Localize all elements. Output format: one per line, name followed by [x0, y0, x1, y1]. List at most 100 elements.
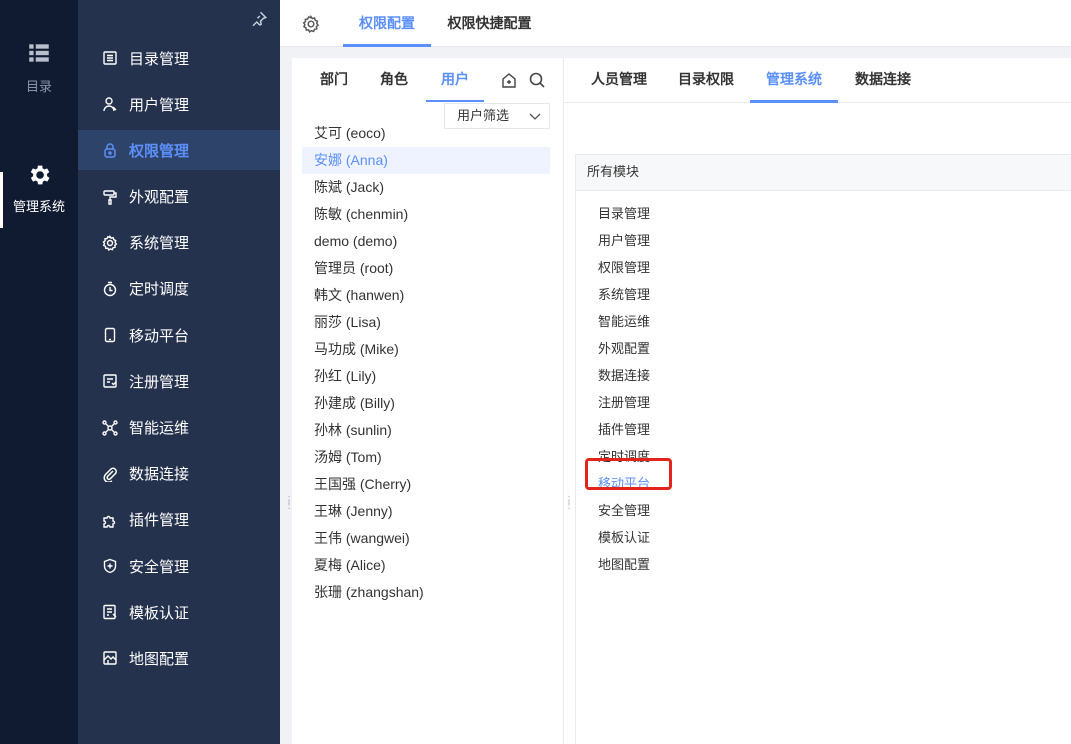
main-content: 部门 角色 用户 用户筛选 艾可 (eoco) 安娜 (Anna) 陈斌 (Jack…	[284, 58, 1071, 744]
tab-department[interactable]: 部门	[314, 58, 354, 102]
tab-management-system[interactable]: 管理系统	[750, 58, 838, 103]
user-list-item[interactable]: 王国强 (Cherry)	[302, 471, 550, 498]
user-list-item[interactable]: 孙林 (sunlin)	[302, 417, 550, 444]
rail-item-management[interactable]: 管理系统	[0, 162, 78, 234]
paint-roller-icon	[103, 189, 117, 205]
user-list-item[interactable]: 陈敏 (chenmin)	[302, 201, 550, 228]
settings-icon[interactable]	[302, 15, 320, 33]
user-list-item[interactable]: 马功成 (Mike)	[302, 336, 550, 363]
rail-item-catalog[interactable]: 目录	[0, 40, 78, 112]
sidebar-item-label: 外观配置	[129, 189, 190, 207]
sidebar-item-label: 智能运维	[129, 420, 190, 437]
sidebar-item-label: 权限管理	[129, 142, 190, 160]
register-icon	[103, 374, 117, 389]
puzzle-icon	[103, 515, 116, 528]
sidebar-item-plugins[interactable]: 插件管理	[78, 500, 280, 540]
module-item[interactable]: 插件管理	[598, 416, 650, 443]
catalog-icon	[103, 51, 117, 65]
sidebar-item-label: 数据连接	[129, 466, 190, 484]
sidebar-item-data-connection[interactable]: 数据连接	[78, 454, 280, 494]
list-icon	[29, 44, 49, 62]
tab-role[interactable]: 角色	[372, 58, 416, 102]
sidebar-item-label: 移动平台	[129, 327, 190, 345]
tab-data-connection[interactable]: 数据连接	[844, 58, 922, 103]
user-list-item[interactable]: 丽莎 (Lisa)	[302, 309, 550, 336]
sidebar-item-security[interactable]: 安全管理	[78, 546, 280, 586]
module-item[interactable]: 权限管理	[598, 254, 650, 281]
module-item[interactable]: 智能运维	[598, 308, 650, 335]
sidebar-item-label: 系统管理	[129, 235, 190, 253]
sidebar-item-ops[interactable]: 智能运维	[78, 408, 280, 448]
sidebar-item-label: 地图配置	[129, 650, 190, 668]
user-list-item[interactable]: 王琳 (Jenny)	[302, 498, 550, 525]
sidebar-item-catalog[interactable]: 目录管理	[78, 38, 280, 78]
module-item[interactable]: 外观配置	[598, 335, 650, 362]
user-icon	[103, 97, 117, 112]
user-list-item[interactable]: 韩文 (hanwen)	[302, 282, 550, 309]
sidebar-item-appearance[interactable]: 外观配置	[78, 177, 280, 217]
pin-icon[interactable]	[250, 10, 268, 28]
rail-label: 目录	[25, 79, 52, 94]
tab-user[interactable]: 用户	[426, 58, 484, 102]
lock-icon	[104, 143, 116, 159]
user-list-item[interactable]: 管理员 (root)	[302, 255, 550, 282]
user-panel: 部门 角色 用户 用户筛选 艾可 (eoco) 安娜 (Anna) 陈斌 (Jack…	[292, 58, 562, 744]
sidebar-item-schedule[interactable]: 定时调度	[78, 269, 280, 309]
module-item[interactable]: 模板认证	[598, 524, 650, 551]
module-item[interactable]: 安全管理	[598, 497, 650, 524]
sidebar-item-label: 安全管理	[129, 558, 190, 576]
search-icon[interactable]	[528, 71, 546, 89]
gear-icon	[102, 234, 118, 251]
tab-permission-quick-config[interactable]: 权限快捷配置	[442, 0, 537, 47]
sidebar-item-label: 定时调度	[129, 281, 190, 299]
user-list-item[interactable]: 王伟 (wangwei)	[302, 525, 550, 552]
gear-icon	[30, 165, 50, 185]
sidebar-item-templates[interactable]: 模板认证	[78, 592, 280, 632]
module-item[interactable]: 注册管理	[598, 389, 650, 416]
user-list-item[interactable]: 汤姆 (Tom)	[302, 444, 550, 471]
sidebar-menu: 目录管理 用户管理 权限管理 外观配置 系统管理 定时调度 移动平台 注册管理	[78, 38, 280, 685]
sidebar-item-register[interactable]: 注册管理	[78, 361, 280, 401]
user-list-item[interactable]: 孙红 (Lily)	[302, 363, 550, 390]
sidebar-item-system[interactable]: 系统管理	[78, 223, 280, 263]
module-item[interactable]: 用户管理	[598, 227, 650, 254]
user-list-item[interactable]: 艾可 (eoco)	[302, 120, 550, 147]
user-list-item[interactable]: 孙建成 (Billy)	[302, 390, 550, 417]
map-icon	[103, 651, 117, 666]
link-icon	[103, 467, 117, 482]
module-item[interactable]: 移动平台	[598, 470, 650, 497]
module-header: 所有模块	[576, 155, 1071, 191]
sidebar-item-label: 模板认证	[129, 604, 190, 622]
user-list-item[interactable]: 安娜 (Anna)	[302, 147, 550, 174]
module-item[interactable]: 定时调度	[598, 443, 650, 470]
permission-tabs: 人员管理 目录权限 管理系统 数据连接	[564, 58, 1071, 103]
module-item[interactable]: 数据连接	[598, 362, 650, 389]
permission-panel: 人员管理 目录权限 管理系统 数据连接 所有模块 目录管理 用户管理 权限管理 系统管…	[563, 58, 1071, 744]
sidebar-item-map[interactable]: 地图配置	[78, 638, 280, 678]
timer-icon	[103, 281, 117, 297]
sidebar-item-label: 注册管理	[129, 373, 190, 391]
tab-permission-config[interactable]: 权限配置	[343, 0, 431, 47]
org-tree-icon[interactable]	[500, 71, 518, 89]
sidebar-item-permissions[interactable]: 权限管理	[78, 130, 280, 171]
user-list-item[interactable]: 张珊 (zhangshan)	[302, 579, 550, 606]
sidebar-item-mobile[interactable]: 移动平台	[78, 315, 280, 355]
module-item[interactable]: 地图配置	[598, 551, 650, 578]
app-rail: 目录 管理系统	[0, 0, 78, 744]
network-icon	[102, 419, 118, 436]
sidebar-item-label: 用户管理	[129, 96, 190, 114]
module-item[interactable]: 目录管理	[598, 200, 650, 227]
user-list-item[interactable]: demo (demo)	[302, 228, 550, 255]
tab-personnel-management[interactable]: 人员管理	[580, 58, 658, 103]
mobile-icon	[104, 327, 116, 343]
tab-catalog-permission[interactable]: 目录权限	[670, 58, 742, 103]
user-list-item[interactable]: 陈斌 (Jack)	[302, 174, 550, 201]
user-list-item[interactable]: 夏梅 (Alice)	[302, 552, 550, 579]
template-icon	[103, 605, 117, 620]
module-box: 所有模块 目录管理 用户管理 权限管理 系统管理 智能运维 外观配置 数据连接 注册管理 插件管…	[575, 154, 1071, 744]
sidebar-item-label: 目录管理	[129, 50, 190, 68]
sidebar-item-users[interactable]: 用户管理	[78, 84, 280, 124]
resize-handle[interactable]: ⋮ ⋮	[284, 496, 294, 514]
user-list: 艾可 (eoco) 安娜 (Anna) 陈斌 (Jack) 陈敏 (chenmin) d…	[302, 120, 550, 606]
module-item[interactable]: 系统管理	[598, 281, 650, 308]
